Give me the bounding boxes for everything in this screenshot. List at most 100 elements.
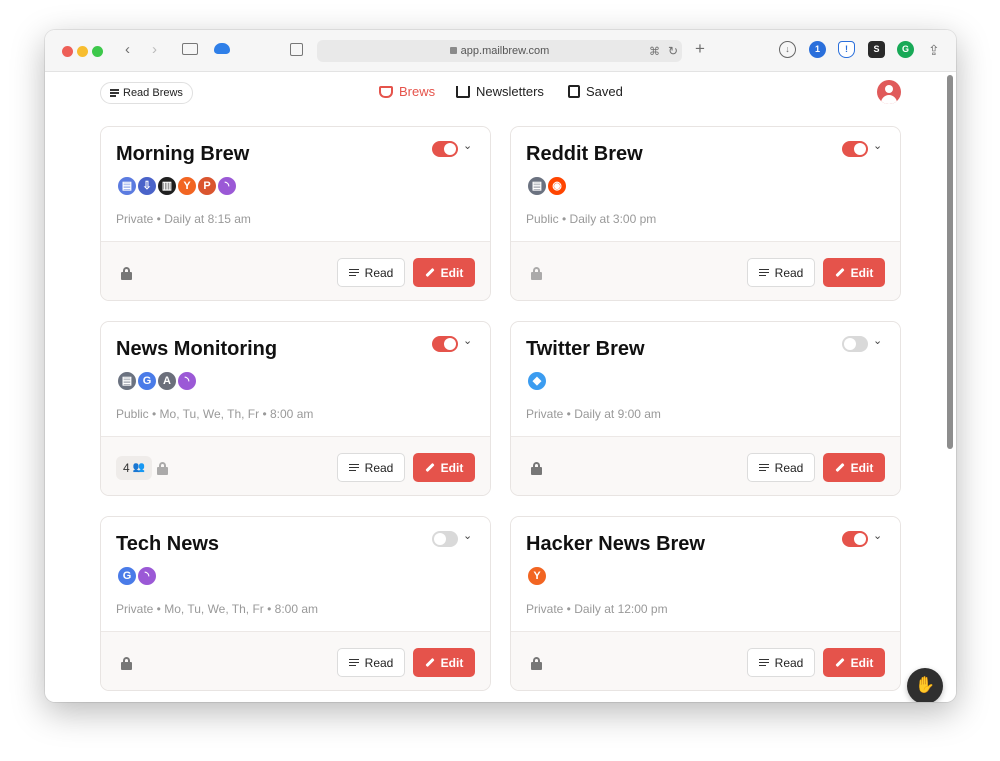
- address-bar[interactable]: app.mailbrew.com: [317, 40, 682, 62]
- zoom-window-button[interactable]: [92, 46, 103, 57]
- brew-title[interactable]: Morning Brew: [116, 143, 249, 166]
- nav-newsletters[interactable]: Newsletters: [456, 84, 544, 99]
- brew-meta: Private • Daily at 9:00 am: [526, 407, 661, 421]
- edit-button[interactable]: Edit: [823, 648, 885, 677]
- page-scrollbar[interactable]: [947, 75, 953, 449]
- coffee-cup-icon: [379, 85, 393, 98]
- new-tab-icon[interactable]: +: [695, 40, 705, 57]
- chevron-down-icon[interactable]: ⌄: [873, 139, 882, 152]
- list-icon: [348, 463, 359, 472]
- chevron-down-icon[interactable]: ⌄: [463, 529, 472, 542]
- lock-icon: [121, 657, 132, 670]
- rss-dark-icon: ▥: [156, 175, 178, 197]
- edit-button[interactable]: Edit: [413, 258, 475, 287]
- nav-newsletters-label: Newsletters: [476, 84, 544, 99]
- lock-icon: [121, 267, 132, 280]
- page-content: Read Brews Brews Newsletters Saved Morni…: [45, 73, 956, 702]
- pencil-icon: [835, 267, 845, 278]
- reload-icon[interactable]: ↻: [668, 43, 678, 59]
- bookmark-icon: [568, 85, 580, 98]
- brew-meta: Private • Mo, Tu, We, Th, Fr • 8:00 am: [116, 602, 319, 616]
- lock-icon: [157, 462, 168, 475]
- forward-arrow-icon[interactable]: ›: [152, 42, 157, 58]
- list-icon: [758, 268, 769, 277]
- brew-meta: Public • Daily at 3:00 pm: [526, 212, 657, 226]
- help-chat-wave-icon[interactable]: ✋: [907, 668, 943, 702]
- edit-button-label: Edit: [850, 460, 874, 475]
- read-button-label: Read: [774, 655, 804, 670]
- shield-extension-icon[interactable]: !: [838, 41, 855, 58]
- nav-brews[interactable]: Brews: [379, 84, 435, 99]
- list-icon: [758, 658, 769, 667]
- read-button[interactable]: Read: [747, 258, 815, 287]
- list-icon: [758, 463, 769, 472]
- brew-enabled-toggle[interactable]: [432, 336, 458, 352]
- grammarly-icon[interactable]: G: [897, 41, 914, 58]
- news-source-icon: ▤: [116, 175, 138, 197]
- share-icon[interactable]: ⇪: [928, 42, 940, 58]
- brew-title[interactable]: Reddit Brew: [526, 143, 643, 166]
- news-source-icon: ▤: [116, 370, 138, 392]
- inbox-icon: [456, 85, 470, 98]
- back-arrow-icon[interactable]: ‹: [125, 42, 130, 58]
- edit-button[interactable]: Edit: [413, 453, 475, 482]
- read-button-label: Read: [364, 655, 394, 670]
- edit-button[interactable]: Edit: [823, 453, 885, 482]
- tab-overview-icon[interactable]: [290, 43, 303, 56]
- lock-icon: [449, 47, 457, 54]
- brew-title[interactable]: Hacker News Brew: [526, 533, 705, 556]
- nav-saved[interactable]: Saved: [568, 84, 623, 99]
- chevron-down-icon[interactable]: ⌄: [463, 139, 472, 152]
- brew-title[interactable]: Tech News: [116, 533, 219, 556]
- brew-sources: G ◝: [116, 565, 158, 587]
- edit-button[interactable]: Edit: [413, 648, 475, 677]
- people-icon: 👥: [132, 462, 146, 473]
- lock-icon: [531, 462, 542, 475]
- read-button-label: Read: [774, 460, 804, 475]
- read-button[interactable]: Read: [337, 453, 405, 482]
- browser-toolbar: ‹ › app.mailbrew.com ⌘ ↻ + ↓ 1 ! S G ⇪: [45, 30, 956, 72]
- brew-title[interactable]: News Monitoring: [116, 338, 277, 361]
- rss-icon: ◝: [136, 565, 158, 587]
- edit-button-label: Edit: [440, 655, 464, 670]
- icloud-icon[interactable]: [214, 43, 230, 54]
- chevron-down-icon[interactable]: ⌄: [873, 334, 882, 347]
- brew-enabled-toggle[interactable]: [432, 531, 458, 547]
- brew-card-reddit-brew: Reddit Brew ⌄ ▤ ◉ Public • Daily at 3:00…: [510, 126, 901, 301]
- brew-meta: Private • Daily at 8:15 am: [116, 212, 251, 226]
- apple-news-icon: A: [156, 370, 178, 392]
- brew-enabled-toggle[interactable]: [842, 531, 868, 547]
- shared-count-badge[interactable]: 4 👥: [116, 456, 153, 480]
- read-brews-button[interactable]: Read Brews: [100, 82, 193, 104]
- password-manager-icon[interactable]: 1: [809, 41, 826, 58]
- translate-icon[interactable]: ⌘: [649, 44, 660, 60]
- read-button[interactable]: Read: [747, 453, 815, 482]
- pencil-icon: [835, 462, 845, 473]
- read-button[interactable]: Read: [337, 258, 405, 287]
- pencil-icon: [425, 657, 435, 668]
- sidebar-icon[interactable]: [182, 43, 198, 55]
- downloads-icon[interactable]: ↓: [779, 41, 796, 58]
- brew-meta: Public • Mo, Tu, We, Th, Fr • 8:00 am: [116, 407, 314, 421]
- user-avatar[interactable]: [877, 80, 901, 104]
- chevron-down-icon[interactable]: ⌄: [873, 529, 882, 542]
- hacker-news-icon: Y: [176, 175, 198, 197]
- lock-icon: [531, 657, 542, 670]
- brew-enabled-toggle[interactable]: [842, 336, 868, 352]
- brew-enabled-toggle[interactable]: [842, 141, 868, 157]
- edit-button[interactable]: Edit: [823, 258, 885, 287]
- read-button[interactable]: Read: [747, 648, 815, 677]
- brew-title[interactable]: Twitter Brew: [526, 338, 645, 361]
- extension-icon[interactable]: S: [868, 41, 885, 58]
- chevron-down-icon[interactable]: ⌄: [463, 334, 472, 347]
- shared-count: 4: [123, 461, 130, 475]
- news-source-icon: ▤: [526, 175, 548, 197]
- close-window-button[interactable]: [62, 46, 73, 57]
- brew-card-morning-brew: Morning Brew ⌄ ▤ ⇩ ▥ Y P ◝ Private • Dai…: [100, 126, 491, 301]
- read-button[interactable]: Read: [337, 648, 405, 677]
- brew-card-tech-news: Tech News ⌄ G ◝ Private • Mo, Tu, We, Th…: [100, 516, 491, 691]
- nav-brews-label: Brews: [399, 84, 436, 99]
- brew-enabled-toggle[interactable]: [432, 141, 458, 157]
- rss-icon: ◝: [216, 175, 238, 197]
- minimize-window-button[interactable]: [77, 46, 88, 57]
